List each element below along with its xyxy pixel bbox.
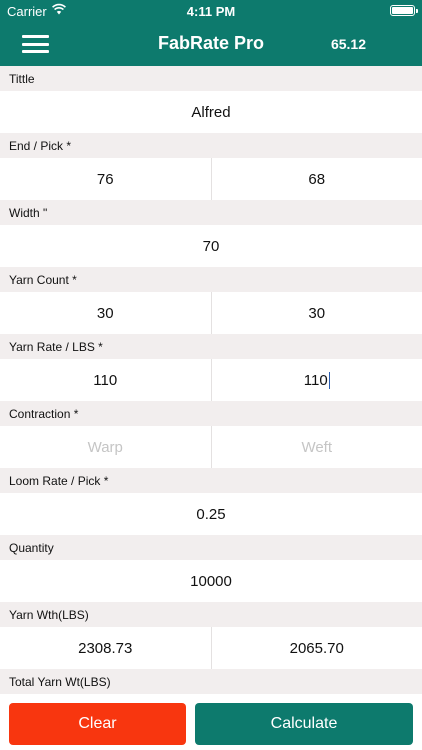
width-row: 70 — [0, 225, 422, 267]
title-input[interactable]: Alfred — [0, 91, 422, 133]
battery-icon — [390, 5, 418, 16]
warp-yarn-rate-input[interactable]: 110 — [0, 359, 211, 401]
title-row: Alfred — [0, 91, 422, 133]
fabric-form: Tittle Alfred End / Pick * 76 68 Width "… — [0, 66, 422, 694]
quantity-label: Quantity — [0, 535, 422, 560]
weft-yarn-count-input[interactable]: 30 — [212, 292, 422, 334]
loom-rate-label: Loom Rate / Pick * — [0, 468, 422, 493]
contraction-label: Contraction * — [0, 401, 422, 426]
yarn-wth-label: Yarn Wth(LBS) — [0, 602, 422, 627]
end-input[interactable]: 76 — [0, 158, 211, 200]
yarn-rate-label: Yarn Rate / LBS * — [0, 334, 422, 359]
action-bar: Clear Calculate — [0, 695, 422, 750]
total-yarn-wt-label: Total Yarn Wt(LBS) — [0, 669, 422, 694]
text-cursor — [328, 371, 330, 389]
warp-contraction-input[interactable]: Warp — [0, 426, 211, 468]
nav-bar: FabRate Pro 65.12 — [0, 22, 422, 66]
pick-input[interactable]: 68 — [212, 158, 422, 200]
title-label: Tittle — [0, 66, 422, 91]
weft-contraction-input[interactable]: Weft — [212, 426, 422, 468]
width-input[interactable]: 70 — [0, 225, 422, 267]
end-pick-row: 76 68 — [0, 158, 422, 200]
loom-rate-row: 0.25 — [0, 493, 422, 535]
warp-yarn-weight-value: 2308.73 — [78, 639, 133, 657]
yarn-count-label: Yarn Count * — [0, 267, 422, 292]
yarn-wth-row: 2308.73 2065.70 — [0, 627, 422, 669]
nav-value: 65.12 — [330, 36, 366, 52]
quantity-input[interactable]: 10000 — [0, 560, 422, 602]
yarn-count-row: 30 30 — [0, 292, 422, 334]
contraction-row: Warp Weft — [0, 426, 422, 468]
loom-rate-input[interactable]: 0.25 — [0, 493, 422, 535]
weft-yarn-rate-input[interactable]: 110 — [212, 359, 422, 401]
width-label: Width " — [0, 200, 422, 225]
yarn-rate-row: 110 110 — [0, 359, 422, 401]
status-bar: Carrier 4:11 PM — [0, 0, 422, 22]
quantity-row: 10000 — [0, 560, 422, 602]
clear-button[interactable]: Clear — [9, 703, 186, 745]
warp-yarn-count-input[interactable]: 30 — [0, 292, 211, 334]
calculate-button[interactable]: Calculate — [195, 703, 413, 745]
weft-yarn-weight-value: 2065.70 — [289, 639, 344, 657]
end-pick-label: End / Pick * — [0, 133, 422, 158]
clock-time: 4:11 PM — [186, 4, 236, 19]
weft-yarn-rate-value: 110 — [303, 371, 328, 389]
